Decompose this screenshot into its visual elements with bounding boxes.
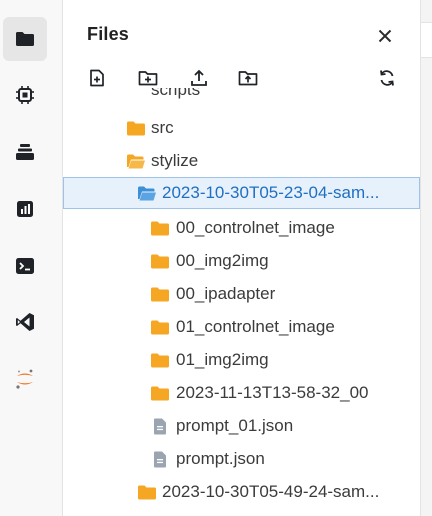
activity-terminal-button[interactable]	[3, 244, 47, 288]
activity-cpu-button[interactable]	[3, 73, 47, 117]
tree-item-label: src	[151, 118, 174, 137]
tree-item-label: prompt.json	[176, 449, 265, 468]
file-icon	[151, 451, 169, 467]
vscode-icon	[15, 312, 35, 332]
tree-item-label: 00_img2img	[176, 251, 269, 270]
tree-item-2023-11-13[interactable]: 2023-11-13T13-58-32_00	[63, 377, 420, 409]
folder-icon	[151, 253, 169, 269]
panel-title: Files	[87, 24, 130, 44]
close-panel-button[interactable]	[374, 27, 396, 49]
tree-item-2023-10-30-49[interactable]: 2023-10-30T05-49-24-sam...	[63, 476, 420, 508]
right-edge-tab[interactable]	[421, 22, 432, 58]
tree-item-stylize[interactable]: stylize	[63, 145, 420, 177]
right-edge-panel	[420, 0, 432, 516]
tree-item-prompt-json[interactable]: prompt.json	[63, 443, 420, 475]
tree-item-00-img2img[interactable]: 00_img2img	[63, 245, 420, 277]
tree-item-label: 01_img2img	[176, 350, 269, 369]
tree-item-label: 01_controlnet_image	[176, 317, 335, 336]
folder-icon	[138, 484, 156, 500]
chip-icon	[15, 85, 35, 105]
folder-icon	[151, 385, 169, 401]
folder-icon	[15, 31, 35, 47]
file-icon	[151, 418, 169, 434]
activity-metrics-button[interactable]	[3, 187, 47, 231]
folder-open-icon	[138, 185, 156, 201]
activity-files-button[interactable]	[3, 17, 47, 61]
folder-icon	[151, 352, 169, 368]
terminal-icon	[15, 257, 35, 275]
files-panel: Files scripts src stylize 2023-10-30T05-…	[63, 0, 420, 516]
folder-icon	[151, 319, 169, 335]
activity-vscode-button[interactable]	[3, 300, 47, 344]
activity-bar	[0, 0, 63, 516]
tree-item-01-img2img[interactable]: 01_img2img	[63, 344, 420, 376]
tree-item-prompt-01-json[interactable]: prompt_01.json	[63, 410, 420, 442]
tree-item-label: 00_controlnet_image	[176, 218, 335, 237]
tree-item-src[interactable]: src	[63, 112, 420, 144]
bar-chart-icon	[16, 200, 34, 218]
folder-icon	[151, 286, 169, 302]
folder-icon	[151, 220, 169, 236]
tree-item-selected[interactable]: 2023-10-30T05-23-04-sam...	[63, 177, 420, 209]
tree-item-00-controlnet-image[interactable]: 00_controlnet_image	[63, 212, 420, 244]
tree-item-label: 2023-10-30T05-23-04-sam...	[162, 183, 380, 202]
stack-icon	[15, 143, 35, 161]
activity-jupyter-button[interactable]	[3, 357, 47, 401]
folder-icon	[127, 120, 145, 136]
tree-item-label: 2023-11-13T13-58-32_00	[176, 383, 369, 402]
tree-item-00-ipadapter[interactable]: 00_ipadapter	[63, 278, 420, 310]
file-tree: scripts src stylize 2023-10-30T05-23-04-…	[63, 88, 420, 516]
activity-layers-button[interactable]	[3, 130, 47, 174]
tree-item-label: stylize	[151, 151, 199, 170]
tree-item-partial[interactable]: scripts	[151, 88, 200, 100]
tree-item-label: 2023-10-30T05-49-24-sam...	[162, 482, 380, 501]
folder-open-icon	[127, 153, 145, 169]
tree-item-01-controlnet-image[interactable]: 01_controlnet_image	[63, 311, 420, 343]
tree-item-label: 00_ipadapter	[176, 284, 276, 303]
tree-item-label: prompt_01.json	[176, 416, 294, 435]
jupyter-icon	[15, 368, 35, 390]
close-icon	[378, 29, 392, 48]
app-window: Files scripts src stylize 2023-10-30T05-…	[0, 0, 432, 516]
